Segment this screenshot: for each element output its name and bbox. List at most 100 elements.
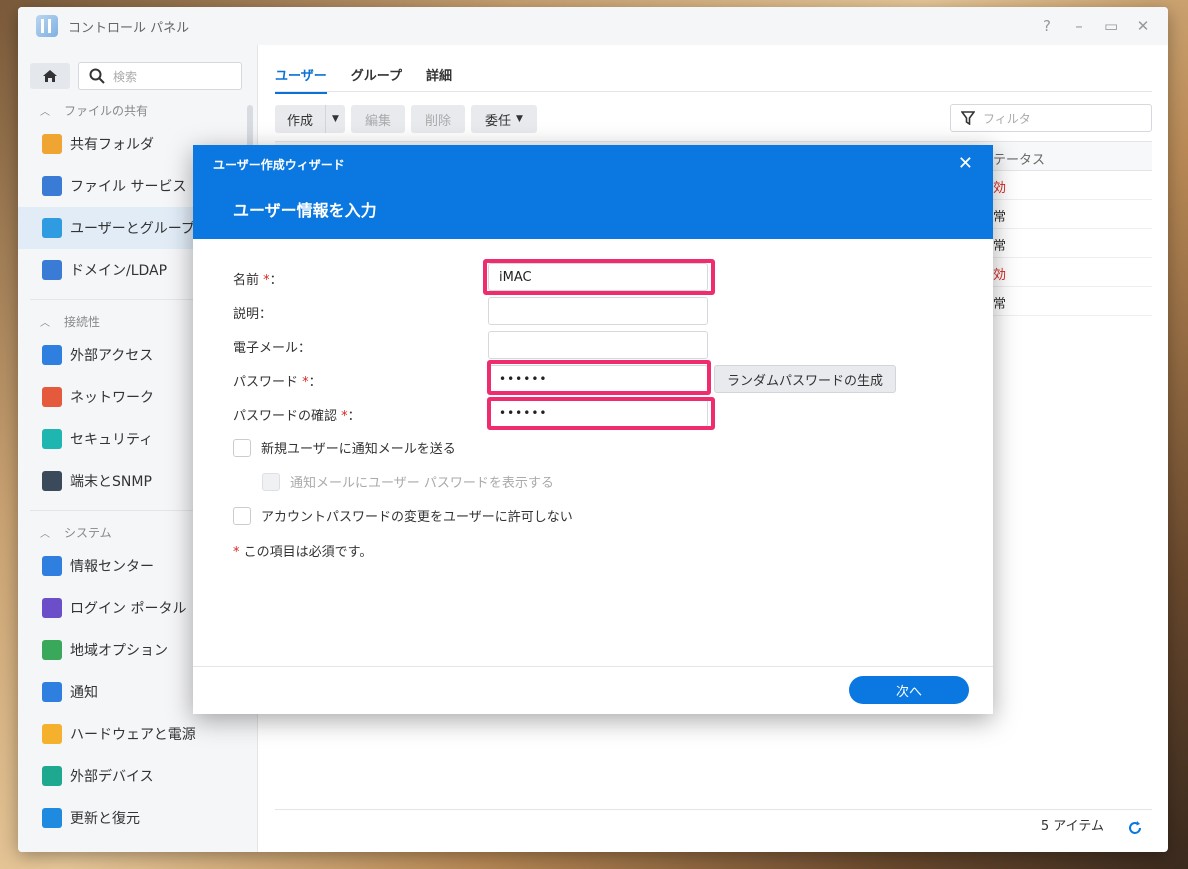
delegate-button[interactable]: 委任 ▼ (470, 105, 537, 133)
chevron-up-icon: ︿ (40, 106, 50, 118)
window-controls: ? – ▭ ✕ (1040, 17, 1150, 35)
chevron-down-icon: ▼ (515, 114, 523, 124)
sidebar-item-label: 通知 (70, 685, 98, 701)
user-creation-wizard-dialog: ユーザー作成ウィザード ✕ ユーザー情報を入力 名前 *： 説明： 電子メール：… (193, 145, 993, 714)
name-field-highlight (483, 259, 715, 295)
sidebar-section-file-sharing[interactable]: ︿ ファイルの共有 (18, 97, 245, 123)
sidebar-item-label: ネットワーク (70, 390, 154, 406)
filter-input[interactable]: フィルタ (950, 104, 1152, 132)
regional-options-icon (42, 640, 62, 660)
control-panel-app-icon (36, 15, 58, 37)
window-title: コントロール パネル (68, 20, 190, 36)
sidebar-section-label: ファイルの共有 (64, 103, 149, 118)
edit-button[interactable]: 編集 (350, 105, 405, 133)
sidebar-item-label: 外部アクセス (70, 348, 154, 364)
create-button-label: 作成 (275, 105, 327, 133)
refresh-icon[interactable] (1128, 821, 1142, 835)
email-label: 電子メール： (233, 341, 312, 356)
title-bar: コントロール パネル ? – ▭ ✕ (18, 7, 1168, 45)
sidebar-item-label: ハードウェアと電源 (70, 727, 196, 743)
toolbar: 作成 ▼ 編集 削除 委任 ▼ (275, 105, 537, 133)
next-button[interactable]: 次へ (849, 676, 969, 704)
create-button[interactable]: 作成 ▼ (275, 105, 345, 133)
maximize-icon[interactable]: ▭ (1104, 17, 1118, 35)
login-portal-icon (42, 598, 62, 618)
sidebar-item-label: 共有フォルダ (70, 137, 154, 153)
delete-button[interactable]: 削除 (410, 105, 465, 133)
domain-ldap-icon (42, 260, 62, 280)
item-count: 5 アイテム (1040, 819, 1104, 834)
sidebar-section-label: システム (64, 525, 112, 540)
notify-email-label: 新規ユーザーに通知メールを送る (261, 442, 456, 457)
name-label: 名前 *： (233, 269, 283, 288)
description-label: 説明： (233, 307, 273, 322)
generate-random-password-button[interactable]: ランダムパスワードの生成 (714, 365, 896, 393)
table-row-status[interactable]: 常 (993, 293, 1006, 312)
search-placeholder: 検索 (113, 69, 138, 84)
table-row-status[interactable]: 効 (993, 177, 1006, 196)
sidebar-item-label: セキュリティ (70, 432, 154, 448)
dialog-footer-divider (193, 666, 993, 667)
tab-advanced[interactable]: 詳細 (426, 61, 452, 94)
sidebar-item-update-restore[interactable]: 更新と復元 (18, 797, 245, 839)
notification-icon (42, 682, 62, 702)
dialog-title: ユーザー作成ウィザード (213, 158, 345, 172)
delegate-button-label: 委任 (484, 113, 511, 129)
column-header-status[interactable]: テータス (993, 149, 1045, 168)
main-tabs: ユーザー グループ 詳細 (275, 61, 452, 94)
sidebar-item-external-devices[interactable]: 外部デバイス (18, 755, 245, 797)
sidebar-search-input[interactable]: 検索 (78, 62, 242, 90)
sidebar-item-label: 更新と復元 (70, 811, 140, 827)
required-mark: * (233, 545, 240, 560)
description-field[interactable] (488, 297, 708, 325)
table-row-status[interactable]: 効 (993, 264, 1006, 283)
close-icon[interactable]: ✕ (1136, 17, 1150, 35)
help-icon[interactable]: ? (1040, 17, 1054, 35)
password-label: パスワード *： (233, 371, 322, 390)
confirm-label-text: パスワードの確認 (233, 409, 338, 424)
external-access-icon (42, 345, 62, 365)
table-row-status[interactable]: 常 (993, 206, 1006, 225)
label-colon: ： (347, 409, 361, 424)
chevron-down-icon[interactable]: ▼ (326, 114, 345, 124)
filter-placeholder: フィルタ (983, 111, 1031, 126)
table-row-status[interactable]: 常 (993, 235, 1006, 254)
confirm-field-highlight (487, 397, 715, 430)
sidebar-item-label: ファイル サービス (70, 179, 187, 195)
shared-folder-icon (42, 134, 62, 154)
disallow-password-change-option[interactable]: アカウントパスワードの変更をユーザーに許可しない (233, 506, 573, 525)
file-services-icon (42, 176, 62, 196)
sidebar-item-label: ユーザーとグループ (70, 221, 195, 237)
home-button[interactable] (30, 63, 70, 89)
show-password-option[interactable]: 通知メールにユーザー パスワードを表示する (262, 472, 554, 491)
network-icon (42, 387, 62, 407)
notify-email-checkbox[interactable] (233, 438, 251, 457)
tab-groups[interactable]: グループ (351, 61, 402, 94)
label-colon: ： (269, 273, 283, 288)
sidebar-item-label: ログイン ポータル (70, 601, 187, 617)
external-devices-icon (42, 766, 62, 786)
dialog-header: ユーザー作成ウィザード ✕ ユーザー情報を入力 (193, 145, 993, 239)
minimize-icon[interactable]: – (1072, 17, 1086, 35)
filter-icon (961, 111, 975, 125)
notify-email-option[interactable]: 新規ユーザーに通知メールを送る (233, 438, 456, 457)
users-and-groups-icon (42, 218, 62, 238)
home-icon (43, 70, 57, 82)
sidebar-item-hardware-power[interactable]: ハードウェアと電源 (18, 713, 245, 755)
disallow-password-change-checkbox[interactable] (233, 506, 251, 525)
info-center-icon (42, 556, 62, 576)
disallow-password-change-label: アカウントパスワードの変更をユーザーに許可しない (261, 510, 573, 525)
update-restore-icon (42, 808, 62, 828)
tab-divider (275, 91, 1152, 92)
sidebar-item-label: 情報センター (70, 559, 154, 575)
hardware-power-icon (42, 724, 62, 744)
security-icon (42, 429, 62, 449)
dialog-close-icon[interactable]: ✕ (958, 153, 973, 174)
sidebar-section-label: 接続性 (64, 314, 101, 329)
tab-users[interactable]: ユーザー (275, 61, 327, 94)
show-password-checkbox[interactable] (262, 472, 280, 491)
confirm-password-label: パスワードの確認 *： (233, 405, 361, 424)
email-field[interactable] (488, 331, 708, 359)
chevron-up-icon: ︿ (40, 317, 50, 329)
sidebar-item-label: 地域オプション (70, 643, 168, 659)
